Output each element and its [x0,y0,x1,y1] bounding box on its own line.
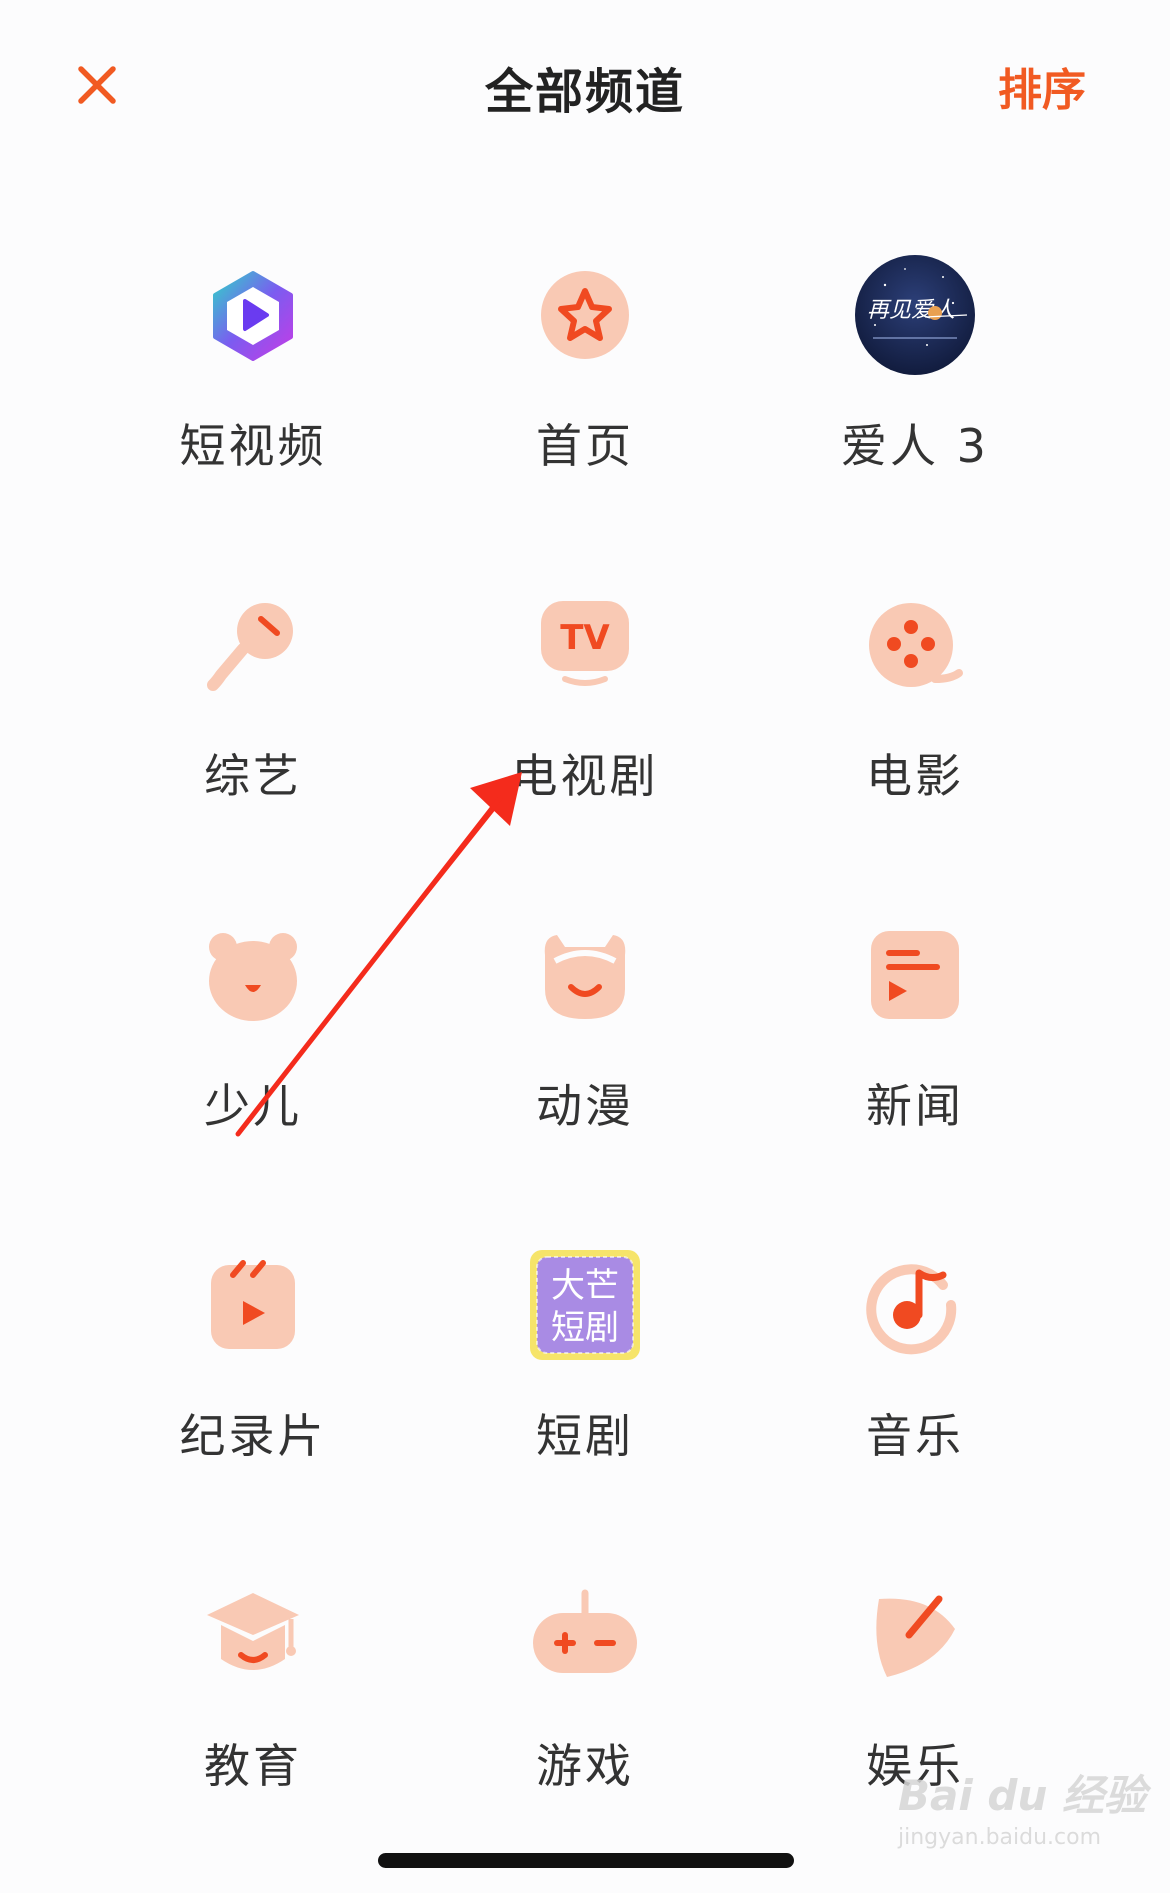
entertainment-leaf-icon [850,1570,980,1700]
channel-short-video[interactable]: 短视频 [88,250,418,500]
channel-anime[interactable]: 动漫 [420,910,750,1160]
drama-thumbnail: 再见爱人 [850,250,980,380]
channel-label: 音乐 [866,1409,964,1463]
music-note-icon [850,1240,980,1370]
news-icon [850,910,980,1040]
channel-home[interactable]: 首页 [420,250,750,500]
channel-kids[interactable]: 少儿 [88,910,418,1160]
home-indicator[interactable] [378,1853,794,1868]
channel-label: 游戏 [536,1739,634,1793]
thumbnail-title: 再见爱人 [867,298,955,323]
channel-games[interactable]: 游戏 [420,1570,750,1820]
channel-label: 新闻 [866,1079,964,1133]
channel-variety[interactable]: 综艺 [88,580,418,830]
watermark-main: Bai du 经验 [898,1771,1146,1820]
short-video-icon [188,250,318,380]
channel-movies[interactable]: 电影 [750,580,1080,830]
documentary-icon [188,1240,318,1370]
channel-label: 少儿 [204,1079,302,1133]
channel-documentary[interactable]: 纪录片 [88,1240,418,1490]
microphone-icon [188,580,318,710]
channel-music[interactable]: 音乐 [750,1240,1080,1490]
badge-line-2: 短剧 [551,1308,619,1348]
channel-label: 爱人 3 [841,419,989,473]
channel-education[interactable]: 教育 [88,1570,418,1820]
home-star-icon [520,250,650,380]
channel-short-drama[interactable]: 大芒 短剧 短剧 [420,1240,750,1490]
channel-news[interactable]: 新闻 [750,910,1080,1160]
film-reel-icon [850,580,980,710]
graduation-cap-icon [188,1570,318,1700]
channel-label: 纪录片 [179,1409,327,1463]
baidu-watermark: Bai du 经验 jingyan.baidu.com [898,1762,1148,1872]
channel-tv-series[interactable]: TV 电视剧 [420,580,750,830]
channel-label: 教育 [204,1739,302,1793]
short-drama-badge: 大芒 短剧 [520,1240,650,1370]
badge-line-1: 大芒 [551,1266,619,1306]
gamepad-icon [520,1570,650,1700]
bear-icon [188,910,318,1040]
watermark-sub: jingyan.baidu.com [898,1825,1102,1850]
anime-face-icon [520,910,650,1040]
tv-icon-text: TV [560,618,610,658]
channel-label: 短视频 [179,419,327,473]
channel-label: 电影 [866,749,964,803]
channel-label: 电视剧 [511,749,659,803]
channel-label: 首页 [536,419,634,473]
channel-grid: 短视频 首页 再见爱人 爱人 3 综艺 TV 电视剧 电影 少儿 动漫 新闻 纪… [0,0,1170,1893]
channel-label: 动漫 [536,1079,634,1133]
tv-icon: TV [520,580,650,710]
channel-label: 综艺 [204,749,302,803]
channel-lovers-3[interactable]: 再见爱人 爱人 3 [750,250,1080,500]
channel-label: 短剧 [536,1409,634,1463]
